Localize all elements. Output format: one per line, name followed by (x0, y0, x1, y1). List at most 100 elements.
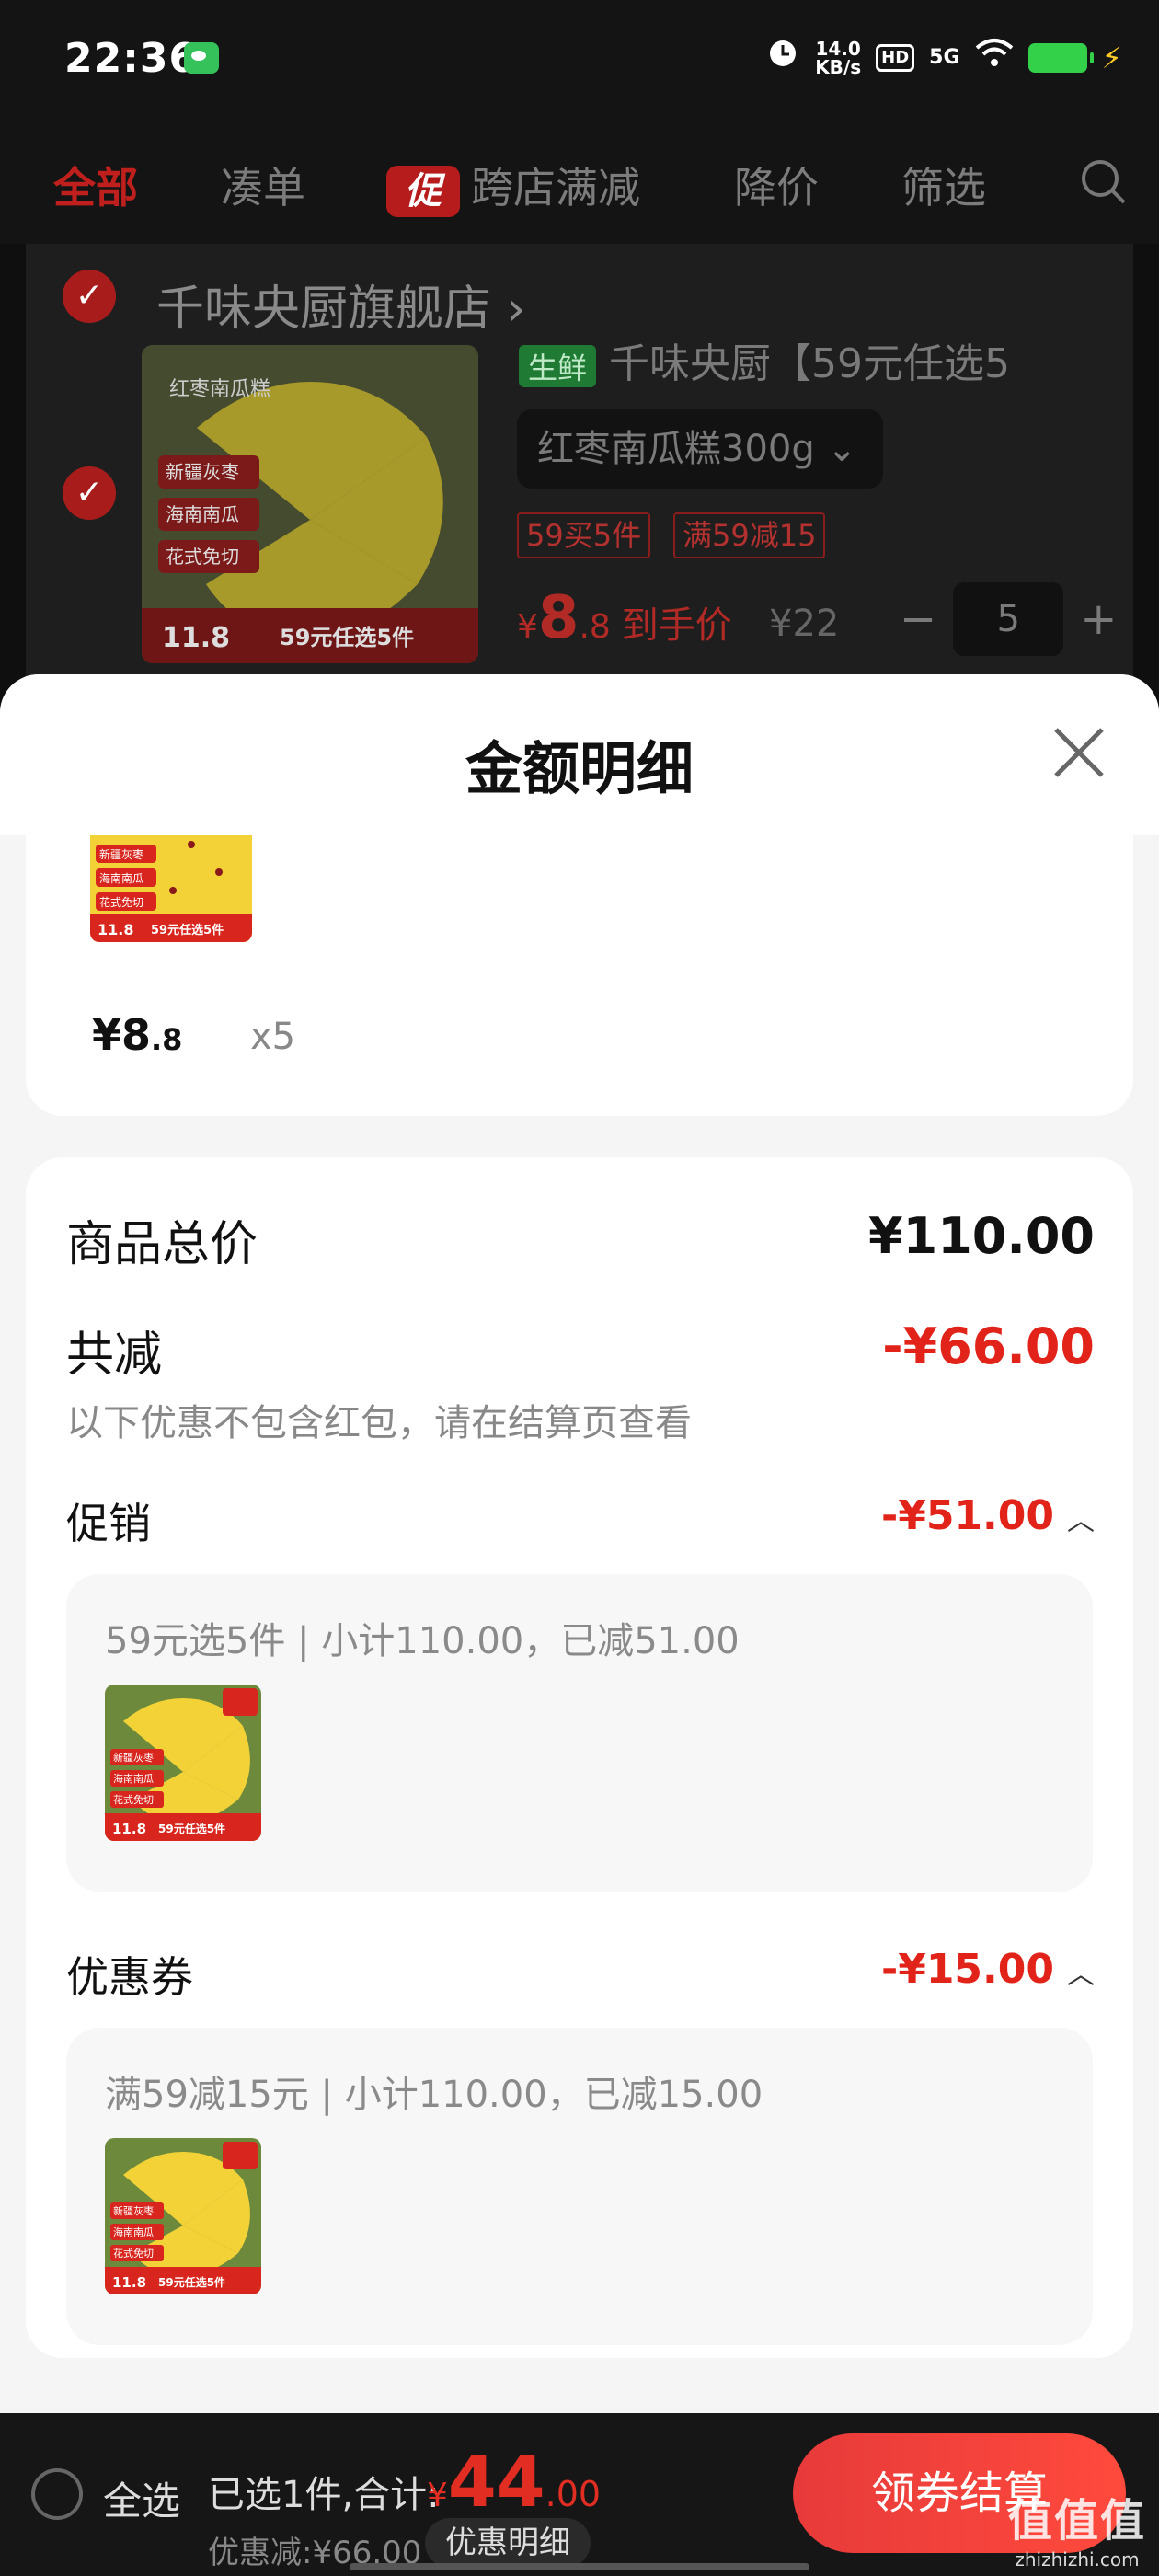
coupon-product-thumbnail: 新疆灰枣 海南南瓜 花式免切 11.8 59元任选5件 (105, 2138, 261, 2294)
coupon-thumb-promo: 59元任选5件 (158, 2275, 225, 2289)
promo-thumb-feature-2: 海南南瓜 (113, 1772, 154, 1785)
quantity-value[interactable]: 5 (953, 582, 1064, 656)
store-card: ✓ 千味央厨旗舰店 › ✓ 红枣南瓜糕 新疆灰枣 海南南瓜 花式免切 11.8 … (26, 244, 1133, 685)
total-amount: ¥44.00 (427, 2441, 601, 2523)
product-image[interactable]: 红枣南瓜糕 新疆灰枣 海南南瓜 花式免切 11.8 59元任选5件 (142, 345, 478, 663)
minus-button[interactable]: − (900, 593, 936, 645)
item-price-dec: .8 (151, 1022, 183, 1057)
plus-button[interactable]: + (1080, 593, 1117, 645)
original-price: ¥22 (769, 603, 840, 645)
coupon-section-value: -¥15.00 (880, 1946, 1054, 1993)
cart-top-nav: 全部 凑单 促跨店满减 降价 筛选 (0, 120, 1159, 244)
promo-detail-text: 59元选5件 | 小计110.00，已减51.00 (105, 1620, 740, 1662)
select-all-radio[interactable] (31, 2468, 83, 2520)
search-icon[interactable] (1078, 156, 1130, 208)
total-label: 商品总价 (66, 1217, 258, 1272)
tab-filter[interactable]: 筛选 (901, 155, 986, 215)
promo-badge-icon: 促 (386, 165, 460, 217)
coupon-thumb-price: 11.8 (112, 2274, 146, 2291)
promo-section-toggle[interactable]: -¥51.00 ︿ (881, 1492, 1095, 1539)
tab-bundle[interactable]: 凑单 (221, 155, 305, 215)
discount-label: 共减 (66, 1328, 163, 1383)
net-speed-value: 14.0 (815, 37, 861, 60)
item-price: ¥8.8 (92, 1010, 182, 1060)
amount-summary-card: 商品总价 ¥110.00 共减 -¥66.00 以下优惠不包含红包，请在结算页查… (26, 1157, 1133, 2358)
price-dec: .8 (579, 608, 611, 646)
store-check-icon[interactable]: ✓ (63, 270, 116, 323)
net-speed-unit: KB/s (815, 55, 862, 78)
charging-icon: ⚡ (1101, 40, 1122, 75)
item-thumb-price: 11.8 (98, 921, 133, 938)
coupon-detail-box: 满59减15元 | 小计110.00，已减15.00 新疆灰枣 海南南瓜 花式免… (66, 2028, 1093, 2345)
watermark-sub: zhizhizhi.com (1015, 2548, 1140, 2570)
coupon-section-label: 优惠券 (66, 1952, 193, 2002)
checkout-bar: 全选 已选1件,合计: ¥44.00 优惠减:¥66.00 优惠明细 领券结算 (0, 2413, 1159, 2576)
promo-thumb-feature-1: 新疆灰枣 (113, 1751, 154, 1764)
coupon-thumb-feature-3: 花式免切 (113, 2247, 154, 2260)
product-image-feature-2: 海南南瓜 (166, 503, 239, 525)
promo-section-value: -¥51.00 (880, 1492, 1054, 1539)
items-card: 新疆灰枣 海南南瓜 花式免切 11.8 59元任选5件 ¥8.8 x5 (26, 835, 1133, 1116)
item-quantity: x5 (250, 1016, 296, 1058)
item-thumb-promo: 59元任选5件 (151, 923, 224, 937)
discount-value: -¥66.00 (882, 1317, 1095, 1375)
item-price-int: ¥8 (92, 1010, 152, 1060)
promo-detail-box: 59元选5件 | 小计110.00，已减51.00 新疆灰枣 海南南瓜 花式免切… (66, 1574, 1093, 1892)
sheet-header: 金额明细 (0, 674, 1159, 835)
product-image-name: 红枣南瓜糕 (169, 378, 270, 401)
fresh-tag: 生鲜 (519, 345, 597, 387)
coupon-detail-text: 满59减15元 | 小计110.00，已减15.00 (105, 2074, 763, 2116)
close-icon[interactable] (1047, 720, 1111, 785)
tab-all[interactable]: 全部 (53, 155, 138, 215)
store-name-text: 千味央厨旗舰店 (156, 282, 492, 337)
promo-thumb-price: 11.8 (112, 1821, 146, 1837)
chevron-up-icon: ︿ (1067, 1959, 1095, 1991)
signal-5g-icon: 5G (929, 46, 960, 69)
item-thumb-feature-1: 新疆灰枣 (99, 847, 143, 861)
product-image-feature-1: 新疆灰枣 (166, 461, 239, 483)
product-image-promo: 59元任选5件 (280, 625, 414, 650)
total-currency: ¥ (427, 2477, 448, 2514)
promo-tag-2: 满59减15 (673, 512, 826, 558)
battery-icon (1027, 42, 1094, 73)
promo-product-thumbnail: 新疆灰枣 海南南瓜 花式免切 11.8 59元任选5件 (105, 1685, 261, 1841)
store-name[interactable]: 千味央厨旗舰店 › (156, 270, 525, 339)
tab-cross-store-label: 跨店满减 (471, 163, 640, 213)
discount-detail-button[interactable]: 优惠明细 (425, 2518, 591, 2568)
price-currency: ¥ (517, 608, 538, 646)
status-bar: 22:36 14.0 KB/s HD 5G ⚡ (0, 0, 1159, 120)
wifi-icon (975, 37, 1014, 78)
coupon-section-toggle[interactable]: -¥15.00 ︿ (881, 1946, 1095, 1993)
tab-price-drop[interactable]: 降价 (734, 155, 819, 215)
wechat-icon (184, 42, 219, 74)
tab-cross-store-discount[interactable]: 促跨店满减 (386, 155, 640, 217)
promo-tag-1: 59买5件 (517, 512, 651, 558)
sku-selector[interactable]: 红枣南瓜糕300g ⌄ (517, 409, 883, 489)
promo-thumb-promo: 59元任选5件 (158, 1822, 225, 1835)
total-dec: .00 (545, 2474, 602, 2514)
final-price: ¥8.8 到手价 (517, 584, 732, 652)
select-all-label[interactable]: 全选 (103, 2470, 180, 2526)
product-image-price: 11.8 (162, 622, 230, 654)
item-thumb-feature-3: 花式免切 (99, 895, 143, 909)
item-thumbnail: 新疆灰枣 海南南瓜 花式免切 11.8 59元任选5件 (90, 835, 252, 942)
sheet-title: 金额明细 (465, 735, 694, 802)
price-int: 8 (537, 584, 580, 652)
discount-note: 以下优惠不包含红包，请在结算页查看 (66, 1402, 692, 1444)
price-label: 到手价 (621, 604, 732, 647)
net-speed: 14.0 KB/s (815, 40, 861, 76)
sku-value: 红枣南瓜糕300g (537, 428, 815, 470)
coupon-thumb-feature-1: 新疆灰枣 (113, 2204, 154, 2217)
chevron-up-icon: ︿ (1067, 1505, 1095, 1537)
status-time: 22:36 (64, 35, 199, 82)
product-check-icon[interactable]: ✓ (63, 466, 116, 520)
total-int: 44 (447, 2441, 545, 2523)
total-value: ¥110.00 (868, 1207, 1095, 1265)
alarm-icon (765, 35, 800, 80)
watermark: 值值值 zhizhizhi.com (1008, 2484, 1146, 2570)
home-indicator[interactable] (350, 2563, 809, 2570)
promo-thumb-feature-3: 花式免切 (113, 1793, 154, 1806)
product-title[interactable]: 生鲜 千味央厨【59元任选5 (519, 330, 1010, 389)
amount-detail-sheet: 金额明细 新疆灰枣 海南南瓜 花式免切 11.8 59元任选5件 ¥8.8 x5… (0, 674, 1159, 2413)
watermark-main: 值值值 (1007, 2495, 1146, 2547)
